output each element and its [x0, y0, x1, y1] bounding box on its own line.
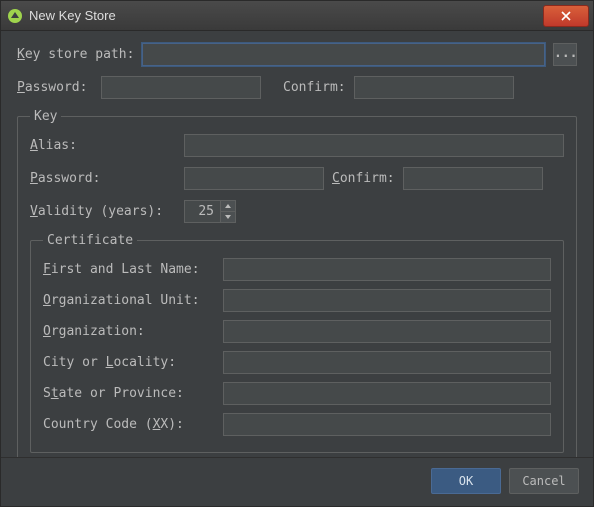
alias-input[interactable]	[184, 134, 564, 157]
city-input[interactable]	[223, 351, 551, 374]
close-icon	[561, 11, 571, 21]
button-bar: OK Cancel	[1, 457, 593, 506]
confirm-label: Confirm:	[283, 80, 346, 95]
keystore-path-input[interactable]	[142, 43, 545, 66]
validity-label: Validity (years):	[30, 204, 176, 219]
browse-button[interactable]: ...	[553, 43, 577, 66]
window-title: New Key Store	[29, 8, 543, 23]
password-row: Password: Confirm:	[17, 76, 577, 99]
city-label: City or Locality:	[43, 355, 215, 370]
key-password-row: Password: Confirm:	[30, 167, 564, 190]
chevron-up-icon	[225, 204, 231, 208]
app-icon	[7, 8, 23, 24]
first-name-row: First and Last Name:	[43, 258, 551, 281]
certificate-fieldset: Certificate First and Last Name: Organiz…	[30, 233, 564, 453]
first-name-input[interactable]	[223, 258, 551, 281]
country-row: Country Code (XX):	[43, 413, 551, 436]
alias-row: Alias:	[30, 134, 564, 157]
country-label: Country Code (XX):	[43, 417, 215, 432]
spinner-down-button[interactable]	[221, 212, 235, 222]
password-input[interactable]	[101, 76, 261, 99]
org-unit-row: Organizational Unit:	[43, 289, 551, 312]
city-row: City or Locality:	[43, 351, 551, 374]
org-unit-input[interactable]	[223, 289, 551, 312]
key-password-label: Password:	[30, 171, 176, 186]
validity-row: Validity (years):	[30, 200, 564, 223]
key-password-input[interactable]	[184, 167, 324, 190]
org-input[interactable]	[223, 320, 551, 343]
state-row: State or Province:	[43, 382, 551, 405]
key-legend: Key	[30, 109, 61, 124]
cancel-button[interactable]: Cancel	[509, 468, 579, 494]
spinner-up-button[interactable]	[221, 201, 235, 212]
ok-button[interactable]: OK	[431, 468, 501, 494]
org-label: Organization:	[43, 324, 215, 339]
key-fieldset: Key Alias: Password: Confirm: Validity (…	[17, 109, 577, 457]
keystore-path-label: Key store path:	[17, 47, 134, 62]
alias-label: Alias:	[30, 138, 176, 153]
confirm-input[interactable]	[354, 76, 514, 99]
org-row: Organization:	[43, 320, 551, 343]
certificate-legend: Certificate	[43, 233, 137, 248]
titlebar: New Key Store	[1, 1, 593, 31]
state-label: State or Province:	[43, 386, 215, 401]
keystore-path-row: Key store path: ...	[17, 43, 577, 66]
first-name-label: First and Last Name:	[43, 262, 215, 277]
country-input[interactable]	[223, 413, 551, 436]
dialog-window: New Key Store Key store path: ... Passwo…	[0, 0, 594, 507]
close-button[interactable]	[543, 5, 589, 27]
key-confirm-label: Confirm:	[332, 171, 395, 186]
dialog-content: Key store path: ... Password: Confirm: K…	[1, 31, 593, 457]
org-unit-label: Organizational Unit:	[43, 293, 215, 308]
password-label: Password:	[17, 80, 93, 95]
key-confirm-input[interactable]	[403, 167, 543, 190]
validity-input[interactable]	[184, 200, 220, 223]
state-input[interactable]	[223, 382, 551, 405]
chevron-down-icon	[225, 215, 231, 219]
validity-spinner[interactable]	[184, 200, 236, 223]
